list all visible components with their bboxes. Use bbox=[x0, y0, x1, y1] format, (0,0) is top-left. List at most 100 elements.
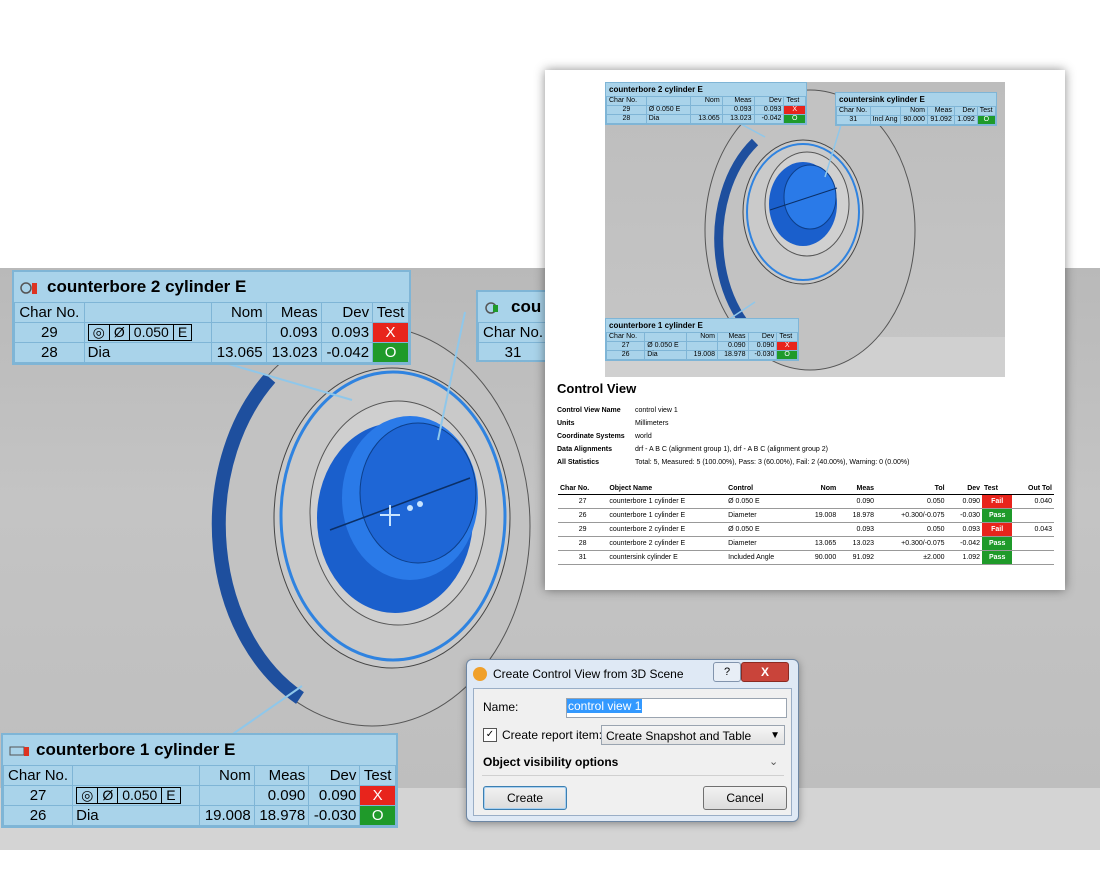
app-icon bbox=[473, 667, 487, 681]
header-char-no: Char No. bbox=[14, 302, 85, 323]
nom-cell: 19.008 bbox=[686, 350, 718, 360]
table-row: 27 counterbore 1 cylinder EØ 0.050 E 0.090… bbox=[558, 494, 1054, 509]
dev-cell: 0.093 bbox=[753, 105, 785, 115]
mini-annotation-counterbore-2: counterbore 2 cylinder E Char No. Nom Meas… bbox=[605, 82, 807, 125]
mini-annotation-title: countersink cylinder E bbox=[839, 95, 925, 104]
object-visibility-options[interactable]: Object visibility options bbox=[483, 755, 618, 769]
help-button[interactable]: ? bbox=[713, 662, 741, 682]
header-meas: Meas bbox=[717, 332, 749, 342]
dev-cell: 1.092 bbox=[946, 550, 983, 565]
control-cell: Incl Ang bbox=[869, 115, 902, 125]
fail-x-icon: X bbox=[372, 322, 409, 343]
meas-cell: 13.023 bbox=[721, 114, 755, 124]
create-button[interactable]: Create bbox=[483, 786, 567, 810]
nom-cell bbox=[199, 785, 255, 806]
name-input-value: control view 1 bbox=[567, 699, 643, 713]
header-meas: Meas bbox=[838, 482, 877, 495]
meas-cell: 13.023 bbox=[265, 342, 322, 363]
control-cell: Dia bbox=[644, 350, 688, 360]
annotation-table: Char No. 31 bbox=[478, 322, 548, 360]
control-cell: Dia bbox=[645, 114, 691, 124]
diameter-symbol: Ø bbox=[110, 325, 130, 340]
out-tol-cell: 0.043 bbox=[1012, 522, 1054, 537]
tol-cell: 0.050 bbox=[876, 522, 947, 537]
create-report-item-row[interactable]: ✓ Create report item: bbox=[483, 728, 602, 742]
control-cell: Ø 0.050 E bbox=[726, 522, 801, 537]
pass-circle-icon: O bbox=[372, 342, 409, 363]
nom-cell bbox=[689, 105, 723, 115]
header-test: Test bbox=[976, 106, 997, 116]
table-row: 26 Dia 19.008 18.978 -0.030 O bbox=[2, 805, 396, 826]
pass-circle-icon: O bbox=[976, 115, 997, 125]
header-test: Test bbox=[776, 332, 798, 342]
fail-x-icon: X bbox=[359, 785, 396, 806]
char-no-cell: 31 bbox=[558, 550, 608, 565]
dialog-title: Create Control View from 3D Scene bbox=[493, 667, 684, 681]
out-tol-cell bbox=[1012, 508, 1054, 523]
table-row: 29 ◎ Ø 0.050 E 0.093 0.093 X bbox=[14, 322, 409, 343]
control-cell: Included Angle bbox=[726, 550, 801, 565]
out-tol-cell bbox=[1012, 550, 1054, 565]
control-cell: Diameter bbox=[726, 536, 801, 551]
char-no-cell: 29 bbox=[606, 105, 647, 115]
tol-cell: 0.050 bbox=[876, 494, 947, 509]
create-report-label: Create report item: bbox=[502, 728, 603, 742]
dialog-body: Name: control view 1 ✓ Create report ite… bbox=[473, 688, 792, 816]
meas-cell: 0.093 bbox=[265, 322, 322, 343]
char-no-cell: 26 bbox=[605, 350, 646, 360]
test-cell: Fail bbox=[982, 494, 1013, 509]
annotation-title: counterbore 1 cylinder E bbox=[3, 735, 396, 765]
header-out-tol: Out Tol bbox=[1012, 482, 1054, 495]
cylindricity-icon: ◎ bbox=[89, 325, 110, 340]
meas-cell: 91.092 bbox=[926, 115, 955, 125]
info-value: drf - A B C (alignment group 1), drf - A… bbox=[635, 446, 828, 453]
name-label: Name: bbox=[483, 700, 519, 714]
expand-chevron-icon[interactable]: ⌄ bbox=[769, 755, 778, 768]
header-nom: Nom bbox=[689, 96, 723, 106]
meas-cell: 0.093 bbox=[838, 522, 877, 537]
divider bbox=[482, 775, 784, 776]
header-test: Test bbox=[372, 302, 409, 323]
modifier: E bbox=[177, 324, 188, 340]
mini-annotation-title: counterbore 2 cylinder E bbox=[609, 85, 703, 94]
tolerance-value: 0.050 bbox=[130, 325, 174, 340]
char-no-cell: 31 bbox=[836, 115, 871, 125]
control-cell: Ø 0.050 E bbox=[645, 105, 691, 115]
dev-cell: -0.030 bbox=[308, 805, 361, 826]
control-cell: Ø 0.050 E bbox=[644, 341, 688, 351]
char-no-cell: 28 bbox=[558, 536, 608, 551]
header-control bbox=[83, 302, 212, 323]
annotation-countersink-partial[interactable]: cou Char No. 31 bbox=[476, 290, 548, 362]
create-report-checkbox[interactable]: ✓ bbox=[483, 728, 497, 742]
pass-circle-icon: O bbox=[776, 350, 798, 360]
annotation-counterbore-1[interactable]: counterbore 1 cylinder E Char No. Nom Me… bbox=[1, 733, 398, 828]
nom-cell bbox=[210, 322, 267, 343]
annotation-title: counterbore 2 cylinder E bbox=[14, 272, 409, 302]
cancel-button[interactable]: Cancel bbox=[703, 786, 787, 810]
close-button[interactable]: X bbox=[741, 662, 789, 682]
char-no-cell: 31 bbox=[478, 342, 548, 360]
report-type-select[interactable]: Create Snapshot and Table ▼ bbox=[601, 725, 785, 745]
mini-annotation-countersink: countersink cylinder E Char No. Nom Meas De… bbox=[835, 92, 997, 126]
control-view-heading: Control View bbox=[557, 381, 637, 396]
create-control-view-dialog[interactable]: Create Control View from 3D Scene ? X Na… bbox=[466, 659, 799, 822]
tol-cell: +0.300/-0.075 bbox=[876, 536, 947, 551]
nom-cell: 19.008 bbox=[800, 508, 839, 523]
info-value: world bbox=[635, 433, 652, 440]
pass-circle-icon: O bbox=[359, 805, 396, 826]
info-key: All Statistics bbox=[557, 459, 600, 466]
header-dev: Dev bbox=[753, 96, 785, 106]
char-no-cell: 29 bbox=[558, 522, 608, 537]
annotation-title-text: counterbore 2 cylinder E bbox=[47, 277, 247, 296]
test-cell: Pass bbox=[982, 508, 1013, 523]
meas-cell: 18.978 bbox=[838, 508, 877, 523]
char-no-cell: 26 bbox=[2, 805, 74, 826]
header-dev: Dev bbox=[747, 332, 778, 342]
header-nom: Nom bbox=[900, 106, 928, 116]
table-row: 26 counterbore 1 cylinder E Diameter 19.008… bbox=[558, 508, 1054, 523]
nom-cell: 13.065 bbox=[800, 536, 839, 551]
annotation-counterbore-2[interactable]: counterbore 2 cylinder E Char No. Nom Me… bbox=[12, 270, 411, 365]
name-input[interactable]: control view 1 bbox=[566, 698, 787, 718]
dev-cell: 0.090 bbox=[308, 785, 361, 806]
header-tol: Tol bbox=[876, 482, 947, 495]
